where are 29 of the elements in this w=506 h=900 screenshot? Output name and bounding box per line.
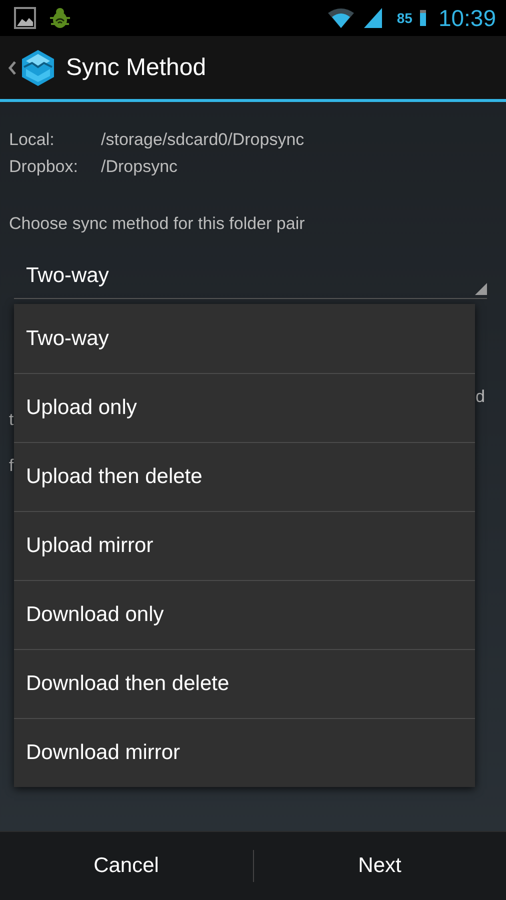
prompt-text: Choose sync method for this folder pair <box>9 213 306 235</box>
dropdown-option[interactable]: Download mirror <box>14 718 475 787</box>
wifi-icon <box>326 7 355 29</box>
dropdown-option[interactable]: Upload only <box>14 373 475 442</box>
folder-path: /storage/sdcard0/Dropsync <box>101 129 304 151</box>
text-fragment: t <box>9 409 14 431</box>
text-fragment: d <box>476 386 485 408</box>
screen-title: Sync Method <box>66 54 206 82</box>
dropdown-option[interactable]: Download only <box>14 580 475 649</box>
folder-label: Dropbox: <box>9 156 79 178</box>
battery-level: 85 <box>396 10 412 26</box>
battery-icon <box>420 10 426 26</box>
dialog-button[interactable]: Cancel <box>0 832 252 900</box>
bug-icon <box>48 6 72 30</box>
app-logo-icon <box>20 48 56 86</box>
dropdown-option[interactable]: Upload mirror <box>14 511 475 580</box>
dropdown-option[interactable]: Download then delete <box>14 649 475 718</box>
picture-icon <box>14 7 36 29</box>
dialog-button[interactable]: Next <box>252 850 506 882</box>
folder-path: /Dropsync <box>101 156 178 178</box>
dropdown-option[interactable]: Two-way <box>14 304 475 373</box>
clock: 10:39 <box>438 4 496 32</box>
back-icon <box>8 60 16 74</box>
signal-icon <box>362 7 383 29</box>
sync-method-dropdown[interactable]: Two-way <box>14 254 487 299</box>
folder-label: Local: <box>9 129 56 151</box>
text-fragment: f <box>9 455 14 477</box>
dropdown-corner-icon <box>475 283 487 295</box>
dropdown-option[interactable]: Upload then delete <box>14 442 475 511</box>
